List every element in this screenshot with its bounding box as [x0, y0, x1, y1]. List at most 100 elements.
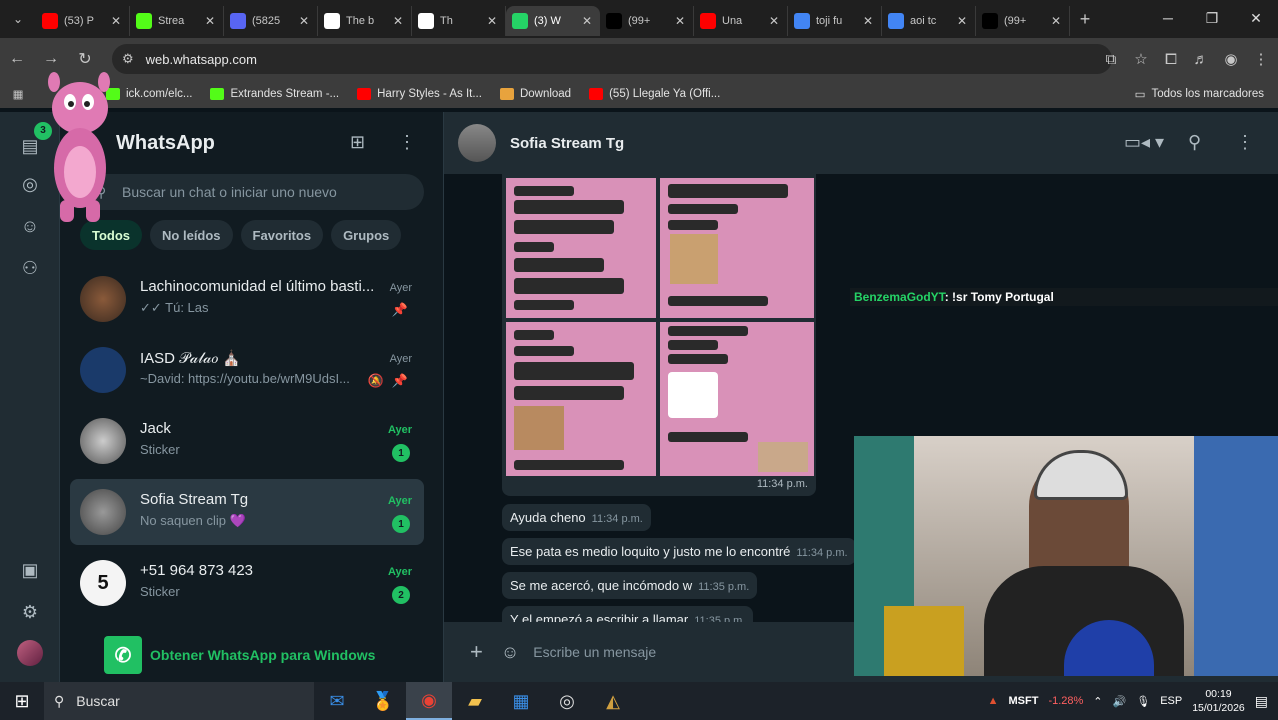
communities-icon[interactable]: ⚇ [18, 256, 42, 280]
windows-start-icon[interactable]: ⊞ [0, 691, 44, 712]
close-tab-icon[interactable]: ✕ [863, 14, 875, 28]
menu-kebab-icon[interactable]: ⋮ [1250, 50, 1272, 68]
close-window-icon[interactable]: ✕ [1234, 0, 1278, 36]
tab-search-chevron-icon[interactable]: ⌄ [0, 0, 36, 38]
screenshot-thumbnail[interactable] [660, 322, 814, 476]
stock-symbol[interactable]: MSFT [1008, 695, 1038, 707]
restore-icon[interactable]: ❐ [1190, 0, 1234, 36]
menu-kebab-icon[interactable]: ⋮ [1236, 132, 1254, 153]
chevron-up-icon[interactable]: ⌃ [1093, 695, 1102, 708]
stream-chat-overlay: BenzemaGodYT: !sr Tomy Portugal [850, 288, 1278, 306]
contact-avatar[interactable] [458, 124, 496, 162]
url-bar[interactable]: ⚙ web.whatsapp.com [112, 44, 1112, 74]
bookmark-star-icon[interactable]: ☆ [1130, 50, 1152, 68]
video-call-icon[interactable]: ▭◂ ▾ [1124, 132, 1164, 153]
clock[interactable]: 00:19 15/01/2026 [1192, 687, 1245, 715]
message-bubble[interactable]: Ayuda cheno 11:34 p.m. [502, 504, 651, 531]
filter-chip[interactable]: Favoritos [240, 220, 324, 250]
profile-avatar[interactable] [17, 640, 43, 666]
message-bubble[interactable]: Se me acercó, que incómodo w 11:35 p.m. [502, 572, 758, 599]
browser-tab[interactable]: (3) W ✕ [506, 6, 600, 36]
filter-chip[interactable]: Grupos [331, 220, 402, 250]
browser-tab[interactable]: toji fu ✕ [788, 6, 882, 36]
reload-icon[interactable]: ↻ [68, 49, 102, 69]
bookmark-item[interactable]: Download [499, 88, 571, 100]
browser-tab[interactable]: Th ✕ [412, 6, 506, 36]
chrome-icon[interactable]: ◉ [406, 682, 452, 720]
screenshot-thumbnail[interactable] [660, 178, 814, 318]
notifications-icon[interactable]: ▤ [1255, 693, 1268, 710]
menu-kebab-icon[interactable]: ⋮ [398, 132, 416, 153]
contact-name: Sofia Stream Tg [510, 134, 625, 152]
browser-tab[interactable]: (53) P ✕ [36, 6, 130, 36]
site-info-icon[interactable]: ⚙ [122, 51, 134, 67]
close-tab-icon[interactable]: ✕ [487, 14, 499, 28]
close-tab-icon[interactable]: ✕ [769, 14, 781, 28]
browser-tab[interactable]: (99+ ✕ [600, 6, 694, 36]
get-app-link[interactable]: ✆ Obtener WhatsApp para Windows [104, 636, 375, 674]
media-control-icon[interactable]: ♬ [1190, 51, 1212, 68]
kick-icon [136, 13, 152, 29]
settings-gear-icon[interactable]: ⚙ [18, 600, 42, 624]
message-text: Ese pata es medio loquito y justo me lo … [510, 544, 791, 559]
trophy-app-icon[interactable]: 🏅 [360, 682, 406, 720]
channels-icon[interactable]: ☺ [18, 214, 42, 238]
language-indicator[interactable]: ESP [1160, 695, 1182, 707]
forward-icon[interactable]: → [34, 50, 68, 68]
browser-tab[interactable]: Una ✕ [694, 6, 788, 36]
game-launcher-icon[interactable]: ◭ [590, 682, 636, 720]
chat-list-item[interactable]: Jack Sticker Ayer 1 [70, 408, 424, 474]
search-icon[interactable]: ⚲ [1188, 132, 1201, 153]
close-tab-icon[interactable]: ✕ [299, 14, 311, 28]
new-chat-icon[interactable]: ⊞ [350, 132, 365, 153]
close-tab-icon[interactable]: ✕ [205, 14, 217, 28]
bookmark-item[interactable]: Extrandes Stream -... [210, 88, 339, 100]
close-tab-icon[interactable]: ✕ [393, 14, 405, 28]
sticker-icon[interactable]: ☺ [501, 642, 519, 663]
minimize-icon[interactable]: ─ [1146, 0, 1190, 36]
close-tab-icon[interactable]: ✕ [957, 14, 969, 28]
extensions-icon[interactable]: ⧠ [1160, 51, 1182, 68]
all-bookmarks[interactable]: ▭ Todos los marcadores [1135, 87, 1264, 101]
chat-list-item[interactable]: 5 +51 964 873 423 Sticker Ayer 2 [70, 550, 424, 616]
conversation-header[interactable]: Sofia Stream Tg ▭◂ ▾ ⚲ ⋮ [444, 112, 1278, 174]
browser-tab[interactable]: Strea ✕ [130, 6, 224, 36]
close-tab-icon[interactable]: ✕ [582, 14, 594, 28]
chat-list-item[interactable]: IASD 𝒫𝒶𝓁𝒶𝑜 ⛪ ~David: https://youtu.be/wr… [70, 337, 424, 403]
search-input[interactable]: ⚲ Buscar un chat o iniciar uno nuevo [82, 174, 424, 210]
status-icon[interactable]: ◎ [18, 172, 42, 196]
obs-icon[interactable]: ◎ [544, 682, 590, 720]
file-explorer-icon[interactable]: ▰ [452, 682, 498, 720]
youtube-icon [42, 13, 58, 29]
outlook-icon[interactable]: ✉ [314, 682, 360, 720]
chat-list-item[interactable]: Lachinocomunidad el último basti... ✓✓ T… [70, 266, 424, 332]
volume-icon[interactable]: 🔊 [1113, 695, 1127, 708]
apps-grid-icon[interactable]: ▦ [0, 87, 36, 101]
chat-list-item[interactable]: Sofia Stream Tg No saquen clip 💜 Ayer 1 [70, 479, 424, 545]
screenshot-thumbnail[interactable] [506, 178, 656, 318]
browser-tab[interactable]: aoi tc ✕ [882, 6, 976, 36]
taskbar-search[interactable]: ⚲ Buscar [44, 682, 314, 720]
close-tab-icon[interactable]: ✕ [1051, 14, 1063, 28]
close-tab-icon[interactable]: ✕ [111, 14, 123, 28]
message-bubble[interactable]: Ese pata es medio loquito y justo me lo … [502, 538, 856, 565]
filter-chip[interactable]: No leídos [150, 220, 233, 250]
image-album-message[interactable]: 11:34 p.m. [502, 174, 816, 496]
bookmark-item[interactable]: (55) Llegale Ya (Offi... [589, 88, 720, 100]
bookmark-item[interactable]: Harry Styles - As It... [357, 88, 482, 100]
new-tab-button[interactable]: + [1070, 9, 1100, 30]
browser-tab[interactable]: (99+ ✕ [976, 6, 1070, 36]
browser-tab[interactable]: (5825 ✕ [224, 6, 318, 36]
store-icon[interactable]: ▦ [498, 682, 544, 720]
attach-plus-icon[interactable]: + [470, 639, 483, 665]
profile-avatar-icon[interactable]: ◉ [1220, 50, 1242, 68]
message-input[interactable]: Escribe un mensaje [533, 644, 656, 660]
media-icon[interactable]: ▣ [18, 558, 42, 582]
muted-icon: 🔕 [367, 373, 384, 388]
mic-icon[interactable]: 🎙 [1136, 695, 1150, 708]
close-tab-icon[interactable]: ✕ [675, 14, 687, 28]
screenshot-thumbnail[interactable] [506, 322, 656, 476]
browser-tab[interactable]: The b ✕ [318, 6, 412, 36]
install-app-icon[interactable]: ⧉ [1100, 51, 1122, 68]
back-icon[interactable]: ← [0, 50, 34, 68]
